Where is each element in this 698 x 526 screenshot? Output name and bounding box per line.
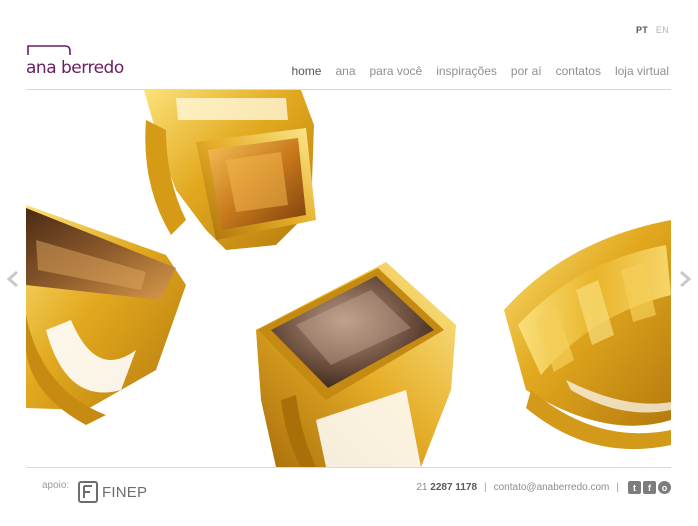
lang-pt[interactable]: PT <box>636 25 648 35</box>
ana-berredo-logo-icon: ana berredo <box>26 45 124 77</box>
sponsor-name: FINEP <box>102 483 148 501</box>
brand-name: ana berredo <box>26 58 124 77</box>
twitter-icon[interactable]: t <box>628 481 641 494</box>
separator: | <box>484 482 487 493</box>
nav-home[interactable]: home <box>291 64 321 78</box>
main-nav: home ana para você inspirações por aí co… <box>291 64 669 78</box>
email-link[interactable]: contato@anaberredo.com <box>494 482 610 493</box>
phone-number: 2287 1178 <box>430 482 477 493</box>
language-switcher: PT EN <box>631 25 669 35</box>
smoky-quartz-ring <box>256 262 456 467</box>
sponsor-logo[interactable]: FINEP <box>78 481 147 503</box>
chevron-right-icon <box>680 270 692 288</box>
support-label: apoio: <box>42 480 70 491</box>
footer-divider <box>26 467 671 468</box>
logo[interactable]: ana berredo <box>26 43 191 77</box>
slideshow-next-button[interactable] <box>678 270 692 288</box>
chevron-left-icon <box>6 270 18 288</box>
quartz-ring <box>26 205 186 425</box>
separator: | <box>616 482 619 493</box>
facebook-icon[interactable]: f <box>643 481 656 494</box>
lang-en[interactable]: EN <box>656 25 669 35</box>
slideshow-prev-button[interactable] <box>6 270 20 288</box>
phone: 21 2287 1178 <box>416 482 477 493</box>
nav-ana[interactable]: ana <box>335 64 355 78</box>
hero-slideshow <box>26 90 671 467</box>
nav-inspiracoes[interactable]: inspirações <box>436 64 497 78</box>
social-links: t f o <box>628 481 671 494</box>
square-citrine-ring <box>144 90 316 250</box>
nav-contatos[interactable]: contatos <box>556 64 601 78</box>
nav-para-voce[interactable]: para você <box>370 64 423 78</box>
citrine-baguette-ring <box>504 220 671 450</box>
phone-prefix: 21 <box>416 482 428 493</box>
finep-logo-icon <box>78 481 98 503</box>
nav-por-ai[interactable]: por aí <box>511 64 542 78</box>
rings-image <box>26 90 671 467</box>
circle-icon[interactable]: o <box>658 481 671 494</box>
nav-loja-virtual[interactable]: loja virtual <box>615 64 669 78</box>
footer-contact: 21 2287 1178 | contato@anaberredo.com | … <box>416 481 671 494</box>
